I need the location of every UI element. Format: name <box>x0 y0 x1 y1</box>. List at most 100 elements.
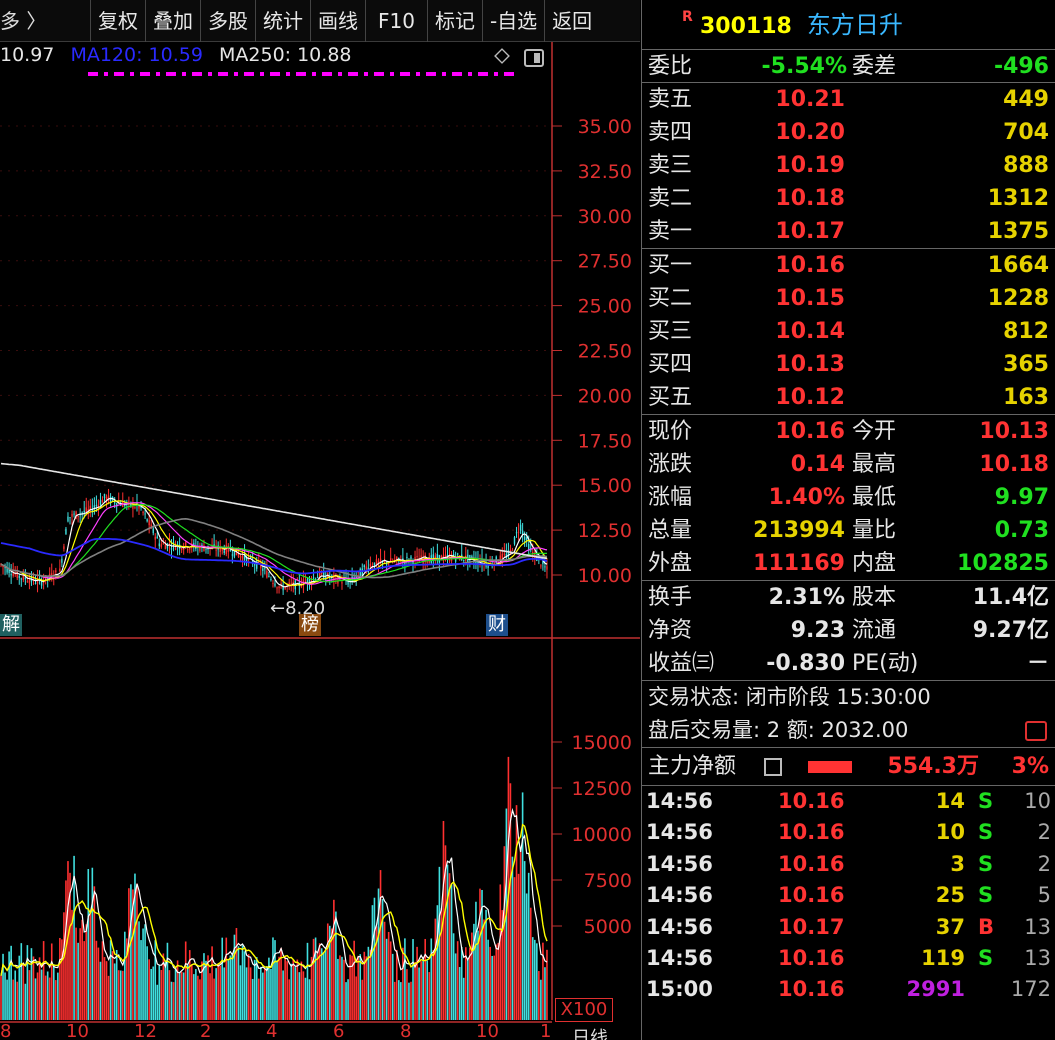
volume-bar <box>22 964 25 1020</box>
volume-bar <box>454 953 457 1020</box>
prev-stock-button[interactable]: 多 〉 <box>0 0 90 42</box>
stat-label: 外盘 <box>648 551 693 576</box>
toolbar-back-button[interactable]: 返回 <box>544 0 599 42</box>
bid-row[interactable]: 买四 10.13 365 <box>642 348 1055 381</box>
main-flow-pct: 3% <box>1011 754 1049 779</box>
volume-bar <box>424 938 426 1020</box>
ask-volume: 888 <box>1003 153 1049 178</box>
stat-value: 213994 <box>753 518 845 543</box>
volume-bar <box>44 975 47 1020</box>
candle-body <box>95 504 98 506</box>
volume-bar <box>469 947 471 1020</box>
volume-bar <box>430 938 433 1020</box>
toolbar-remove-watchlist-button[interactable]: -自选 <box>481 0 544 42</box>
candle-body <box>34 583 37 585</box>
toolbar-f10-button[interactable]: F10 <box>365 0 427 42</box>
volume-bar <box>357 955 360 1020</box>
volume-bar <box>247 954 250 1020</box>
tick-price: 10.16 <box>778 789 845 813</box>
toolbar-overlay-button[interactable]: 叠加 <box>145 0 200 42</box>
volume-bar <box>91 867 94 1020</box>
stats-row: 涨跌 0.14 最高 10.18 <box>642 448 1055 481</box>
candle-body <box>69 517 71 519</box>
volume-bar <box>533 939 536 1020</box>
candle-body <box>201 544 203 546</box>
candle-body <box>426 561 428 563</box>
volume-bar <box>227 960 230 1020</box>
stat-value: 10.18 <box>979 452 1049 477</box>
tick-row: 14:56 10.16 25 S 5 <box>642 880 1055 911</box>
bid-row[interactable]: 买二 10.15 1228 <box>642 282 1055 315</box>
volume-bar <box>402 947 404 1020</box>
tick-list[interactable]: 14:56 10.16 14 S 10 14:56 10.16 10 S 2 14:56 10.1… <box>642 786 1055 1006</box>
volume-bar <box>59 937 61 1020</box>
tick-row: 14:56 10.16 10 S 2 <box>642 817 1055 848</box>
ask-price: 10.21 <box>775 87 845 112</box>
tick-row: 14:56 10.16 3 S 2 <box>642 849 1055 880</box>
period-label[interactable]: 日线 <box>572 1024 608 1040</box>
candle-body <box>225 545 227 554</box>
time-axis-tick: 8 <box>0 1021 12 1040</box>
toolbar-draw-button[interactable]: 画线 <box>310 0 365 42</box>
volume-bar <box>432 950 435 1020</box>
candle-body <box>20 578 22 580</box>
volume-bar <box>243 951 246 1020</box>
tick-count: 10 <box>1024 789 1051 813</box>
time-axis-tick: 4 <box>266 1021 278 1040</box>
volume-bar <box>144 924 146 1020</box>
stock-name[interactable]: 东方日升 <box>807 11 903 39</box>
candle-body <box>288 582 290 585</box>
list-icon[interactable] <box>764 758 782 776</box>
bid-row[interactable]: 买五 10.12 163 <box>642 381 1055 414</box>
ask-volume: 449 <box>1003 87 1049 112</box>
candle-body <box>365 566 368 570</box>
trade-state: 交易状态: 闭市阶段 15:30:00 盘后交易量: 2 额: 2032.00 <box>642 681 1055 748</box>
kline-chart[interactable]: 35.00 32.50 30.00 27.50 25.00 22.50 20.00 17.50… <box>0 42 640 1040</box>
volume-bar <box>115 949 118 1020</box>
volume-bar <box>361 979 364 1020</box>
volume-bar <box>251 978 254 1020</box>
financial-report-marker[interactable]: 财 <box>486 614 508 636</box>
finance-stats: 换手 2.31% 股本 11.4亿 净资 9.23 流通 9.27亿 收益㈢ -0.830 PE… <box>642 581 1055 681</box>
main-flow-row[interactable]: 主力净额 554.3万 3% <box>642 748 1055 786</box>
ask-row[interactable]: 卖三 10.19 888 <box>642 149 1055 182</box>
ask-row[interactable]: 卖二 10.18 1312 <box>642 182 1055 215</box>
tick-qty: 3 <box>950 851 965 876</box>
volume-bar <box>121 970 124 1020</box>
bid-row[interactable]: 买一 10.16 1664 <box>642 249 1055 282</box>
toolbar-multi-stock-button[interactable]: 多股 <box>200 0 255 42</box>
price-tick-label: 27.50 <box>578 251 632 273</box>
finance-row: 换手 2.31% 股本 11.4亿 <box>642 581 1055 614</box>
ask-row[interactable]: 卖五 10.21 449 <box>642 83 1055 116</box>
volume-bar <box>304 977 307 1020</box>
ask-row[interactable]: 卖一 10.17 1375 <box>642 215 1055 248</box>
volume-bar <box>495 944 498 1020</box>
volume-bar <box>302 971 305 1020</box>
ask-row[interactable]: 卖四 10.20 704 <box>642 116 1055 149</box>
bid-row[interactable]: 买三 10.14 812 <box>642 315 1055 348</box>
bar-chart-icon[interactable] <box>1025 721 1047 741</box>
chart-toolbar: 多 〉 复权 叠加 多股 统计 画线 F10 标记 -自选 返回 <box>0 0 640 42</box>
volume-bar <box>168 970 171 1020</box>
toolbar-stats-button[interactable]: 统计 <box>255 0 310 42</box>
volume-bar <box>231 953 234 1020</box>
toolbar-mark-button[interactable]: 标记 <box>426 0 482 42</box>
volume-bar <box>434 918 437 1020</box>
volume-bar <box>416 946 418 1020</box>
toolbar-adjust-button[interactable]: 复权 <box>90 0 145 42</box>
candle-body <box>410 556 412 560</box>
ask-price: 10.20 <box>775 120 845 145</box>
tick-time: 14:56 <box>646 820 713 845</box>
tick-price: 10.16 <box>778 851 845 876</box>
volume-bar <box>130 884 132 1020</box>
volume-bar <box>312 938 315 1020</box>
candle-body <box>71 514 73 517</box>
bid-volume: 1664 <box>987 253 1049 278</box>
trade-state-line: 交易状态: 闭市阶段 15:30:00 <box>648 685 931 709</box>
price-tick-label: 15.00 <box>578 475 632 497</box>
unlock-marker[interactable]: 解 <box>0 614 22 636</box>
candle-body <box>215 549 217 551</box>
ask-price: 10.19 <box>775 153 845 178</box>
volume-bar <box>298 972 301 1020</box>
tick-time: 14:56 <box>646 945 713 970</box>
